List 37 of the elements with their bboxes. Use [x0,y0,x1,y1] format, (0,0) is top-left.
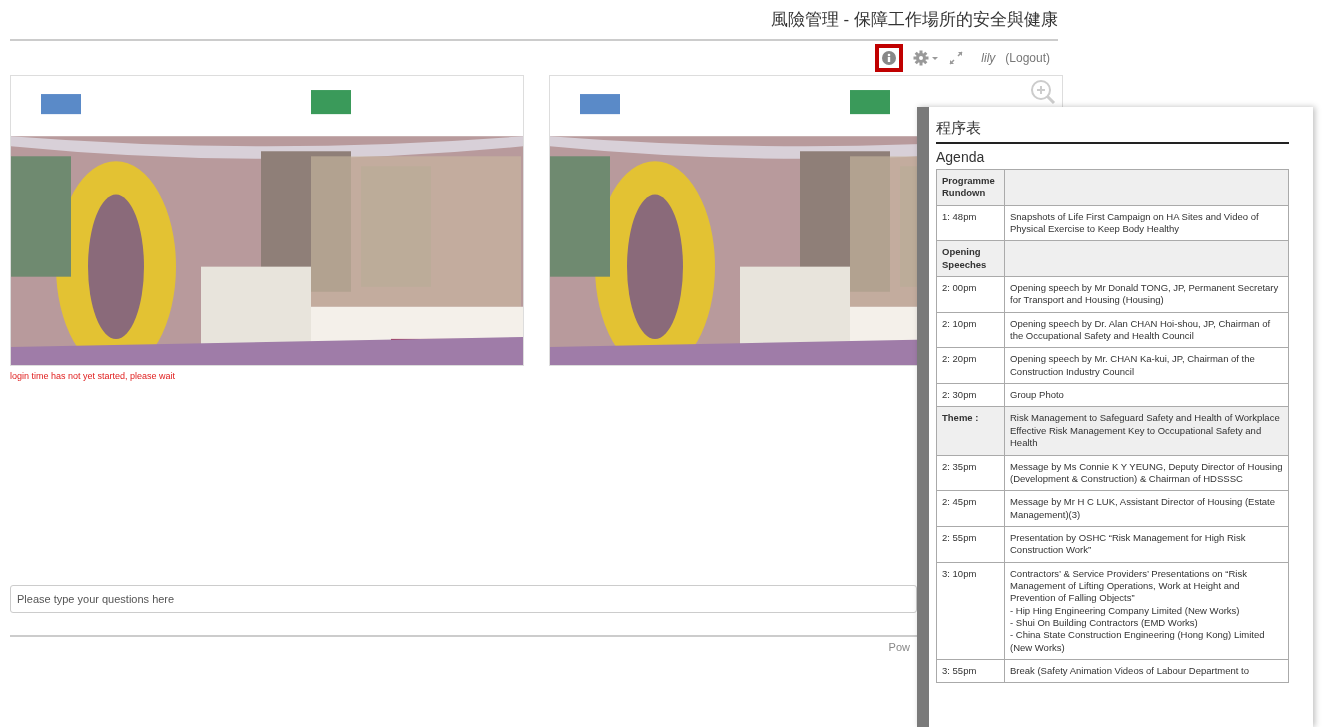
page-title: 風險管理 - 保障工作場所的安全與健康 [770,9,1058,31]
description-cell: Risk Management to Safeguard Safety and Health of Workplace Effective Risk Management Key to Occupational Safety and Health [1004,406,1289,455]
description-cell: Contractors’ & Service Providers’ Presentations on “Risk Management of Lifting Operations, Work at Height and Prevention of Falling Objects” - Hip Hing Engineering Company Limited (New Works) - Shui On Building Contractors (EMD Works) - China State Construction Engineering (Hong Kong) Limited (New Works) [1004,562,1289,660]
agenda-heading: Agenda [936,149,986,165]
panel-title: 程序表 [936,119,1289,144]
status-message: login time has not yet started, please wait [10,371,176,381]
zoom-in-icon[interactable] [1030,79,1056,105]
time-cell: 2: 30pm [936,383,1005,407]
info-button[interactable] [875,44,904,72]
description-cell: Message by Mr H C LUK, Assistant Director of Housing (Estate Management)(3) [1004,490,1289,527]
description-cell: Presentation by OSHC “Risk Management for High Risk Construction Work” [1004,526,1289,563]
time-cell: 2: 35pm [936,455,1005,491]
description-cell: Opening speech by Mr. CHAN Ka-kui, JP, Chairman of the Construction Industry Council [1004,347,1289,384]
description-cell: Opening speech by Mr Donald TONG, JP, Permanent Secretary for Transport and Housing (Housing) [1004,276,1289,313]
time-cell: 2: 00pm [936,276,1005,313]
user-name: lily [981,51,996,65]
settings-button[interactable] [913,50,940,66]
time-cell: 1: 48pm [936,205,1005,241]
time-cell: 2: 10pm [936,312,1005,348]
description-cell: Opening speech by Dr. Alan CHAN Hoi-shou, JP, Chairman of the Occupational Safety and Health Council [1004,312,1289,348]
expand-icon[interactable] [949,51,964,65]
time-cell: 2: 55pm [936,526,1005,563]
description-cell: Group Photo [1004,383,1289,407]
time-cell: 2: 20pm [936,347,1005,384]
description-cell: Break (Safety Animation Videos of Labour Department to [1004,659,1289,683]
time-cell: Theme : [936,406,1005,455]
info-icon [882,51,897,65]
time-cell: 3: 10pm [936,562,1005,660]
time-cell: 2: 45pm [936,490,1005,527]
question-field[interactable]: Please type your questions here [10,585,917,613]
time-cell: Programme Rundown [936,169,1005,206]
description-cell: Snapshots of Life First Campaign on HA Sites and Video of Physical Exercise to Keep Body Healthy [1004,205,1289,241]
footer-text: Pow [888,641,910,653]
time-cell: 3: 55pm [936,659,1005,683]
logout-link[interactable]: (Logout) [1005,51,1050,65]
description-cell: Message by Ms Connie K Y YEUNG, Deputy Director of Housing (Development & Construction) & Chairman of HDSSSC [1004,455,1289,491]
time-cell: Opening Speeches [936,240,1005,277]
